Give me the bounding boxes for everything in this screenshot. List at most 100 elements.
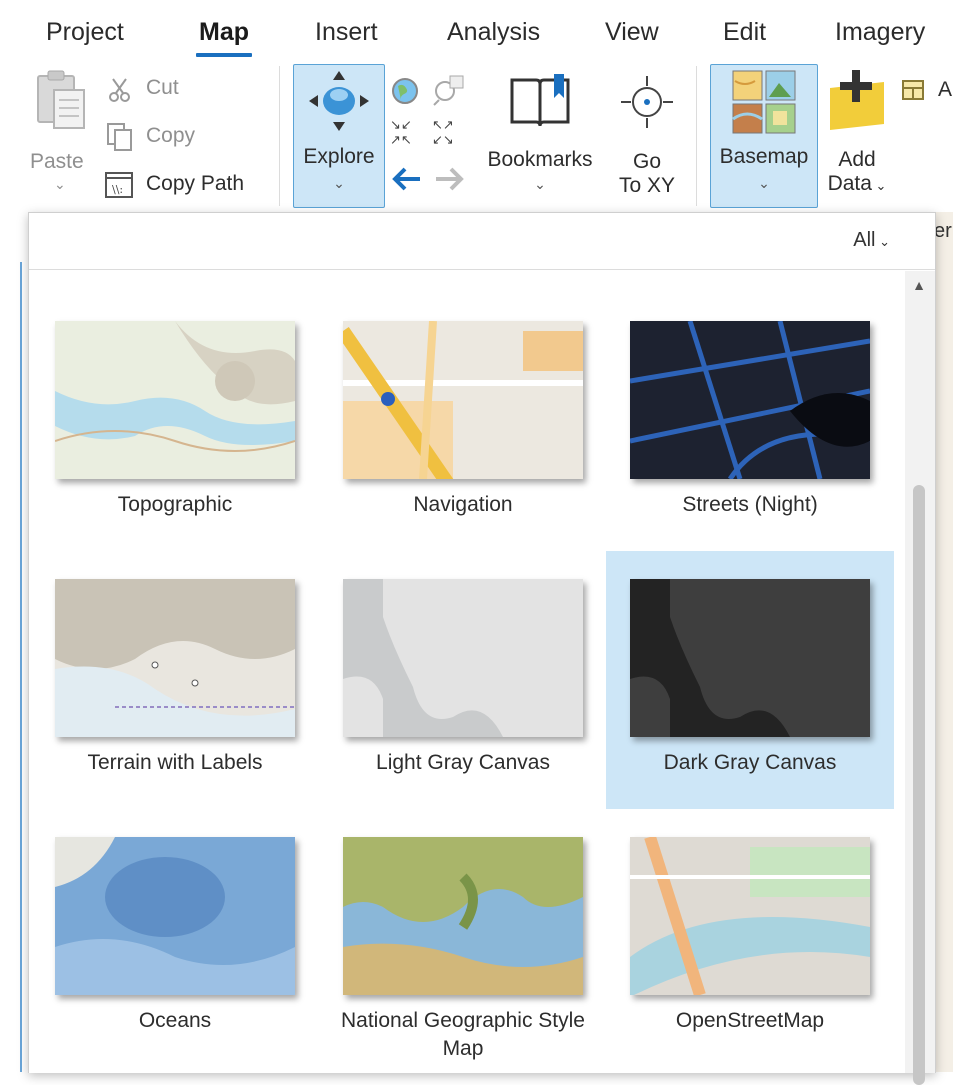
tab-map[interactable]: Map [199, 18, 249, 47]
cut-button[interactable]: Cut [106, 74, 236, 108]
tile-label: Topographic [117, 493, 233, 516]
explore-icon [309, 71, 369, 131]
copy-path-button[interactable]: \\: Copy Path [104, 168, 264, 204]
filter-dropdown[interactable]: All ⌄ [853, 229, 890, 252]
basemap-gallery: All ⌄ ▲ Topographic Navigation Streets (… [28, 212, 936, 1085]
tab-project[interactable]: Project [46, 18, 124, 47]
zoom-to-selection-button[interactable] [432, 74, 468, 108]
dark-gray-thumbnail [630, 579, 870, 737]
fixed-zoom-out-button[interactable]: ↖↗ ↙↘ [432, 116, 466, 148]
svg-text:↖↗: ↖↗ [432, 118, 454, 133]
copy-icon [107, 123, 132, 151]
group-divider [279, 66, 280, 206]
add-data-label-1: Add [838, 148, 876, 171]
chevron-down-icon: ⌄ [54, 176, 66, 192]
map-view-edge: er [934, 212, 953, 1072]
basemap-oceans[interactable]: Oceans [31, 813, 319, 1073]
scissors-icon [109, 78, 130, 102]
svg-text:↗↖: ↗↖ [390, 133, 412, 146]
map-view-border [20, 262, 22, 1072]
book-icon [510, 74, 570, 127]
navigation-thumbnail [343, 321, 583, 479]
tab-view[interactable]: View [605, 18, 659, 47]
streets-night-thumbnail [630, 321, 870, 479]
go-to-xy-label-1: Go [632, 150, 661, 173]
copy-button[interactable]: Copy [106, 122, 236, 156]
tile-label: Light Gray Canvas [376, 751, 550, 774]
svg-text:↘↙: ↘↙ [390, 118, 412, 133]
full-extent-button[interactable] [390, 76, 422, 108]
tile-label: OpenStreetMap [675, 1009, 825, 1032]
basemap-label: Basemap [719, 145, 809, 168]
active-tab-indicator [196, 53, 252, 57]
zoom-out-arrows-icon: ↖↗ ↙↘ [432, 118, 454, 148]
add-data-label-2: Data ⌄ [827, 172, 887, 195]
chevron-down-icon: ⌄ [758, 175, 770, 191]
oceans-thumbnail [55, 837, 295, 995]
chevron-down-icon: ⌄ [534, 176, 546, 192]
add-partial-label: A [938, 78, 953, 101]
basemap-national-geographic[interactable]: National Geographic Style Map [319, 813, 607, 1073]
previous-extent-button[interactable] [390, 164, 424, 198]
zoom-selection-icon [433, 75, 464, 106]
tab-imagery[interactable]: Imagery [835, 18, 925, 47]
svg-text:↙↘: ↙↘ [432, 133, 454, 146]
go-to-xy-button[interactable]: Go To XY [606, 66, 688, 206]
crosshair-icon [621, 76, 673, 128]
cut-label: Cut [146, 76, 179, 99]
basemap-navigation[interactable]: Navigation [319, 297, 607, 557]
copy-label: Copy [146, 124, 196, 147]
tile-label: Dark Gray Canvas [663, 751, 837, 774]
tab-analysis[interactable]: Analysis [447, 18, 540, 47]
copy-path-label: Copy Path [146, 172, 245, 195]
basemap-topographic[interactable]: Topographic [31, 297, 319, 557]
basemap-terrain-with-labels[interactable]: Terrain with Labels [31, 555, 319, 815]
fixed-zoom-in-button[interactable]: ↘↙ ↗↖ [390, 116, 424, 148]
scroll-up-icon[interactable]: ▲ [912, 277, 926, 293]
basemap-light-gray-canvas[interactable]: Light Gray Canvas [319, 555, 607, 815]
scrollbar-thumb[interactable] [913, 485, 925, 1085]
next-extent-button[interactable] [432, 164, 466, 198]
partial-text: er [934, 220, 952, 242]
tile-label: Navigation [413, 493, 513, 516]
terrain-thumbnail [55, 579, 295, 737]
topographic-thumbnail [55, 321, 295, 479]
tab-edit[interactable]: Edit [723, 18, 766, 47]
ribbon-tabs: Project Map Insert Analysis View Edit Im… [0, 0, 953, 58]
basemap-streets-night[interactable]: Streets (Night) [606, 297, 894, 557]
arrow-left-icon [392, 167, 420, 191]
tile-label: Streets (Night) [682, 493, 818, 516]
natgeo-thumbnail [343, 837, 583, 995]
paste-button[interactable]: Paste ⌄ [30, 66, 94, 198]
gallery-header: All ⌄ [29, 213, 935, 270]
basemap-openstreetmap[interactable]: OpenStreetMap [606, 813, 894, 1073]
tab-insert[interactable]: Insert [315, 18, 378, 47]
osm-thumbnail [630, 837, 870, 995]
zoom-in-arrows-icon: ↘↙ ↗↖ [390, 118, 412, 148]
bookmarks-label: Bookmarks [487, 148, 593, 171]
table-icon [902, 80, 924, 100]
tile-label: National Geographic Style Map [341, 1009, 585, 1060]
basemap-dark-gray-canvas[interactable]: Dark Gray Canvas [606, 551, 894, 809]
tile-label: Oceans [138, 1009, 212, 1032]
explore-label: Explore [303, 145, 375, 168]
chevron-down-icon: ⌄ [333, 175, 345, 191]
explore-button[interactable]: Explore ⌄ [293, 64, 385, 208]
globe-icon [392, 78, 418, 104]
bookmarks-button[interactable]: Bookmarks ⌄ [480, 66, 600, 206]
basemap-icon [732, 70, 796, 134]
go-to-xy-label-2: To XY [618, 174, 676, 197]
copy-path-icon: \\: [105, 172, 133, 198]
tile-label: Terrain with Labels [87, 751, 263, 774]
arrow-right-icon [436, 167, 464, 191]
svg-text:\\:: \\: [112, 183, 123, 196]
add-partial-button[interactable]: A [902, 74, 953, 108]
light-gray-thumbnail [343, 579, 583, 737]
group-divider [696, 66, 697, 206]
paste-label: Paste [30, 150, 84, 173]
paste-icon [37, 70, 85, 129]
add-data-button[interactable]: Add Data ⌄ [822, 66, 892, 206]
ribbon: Paste ⌄ Cut Copy \\: Copy Path Explore ⌄… [0, 58, 953, 212]
basemap-button[interactable]: Basemap ⌄ [710, 64, 818, 208]
add-data-icon [830, 70, 884, 130]
